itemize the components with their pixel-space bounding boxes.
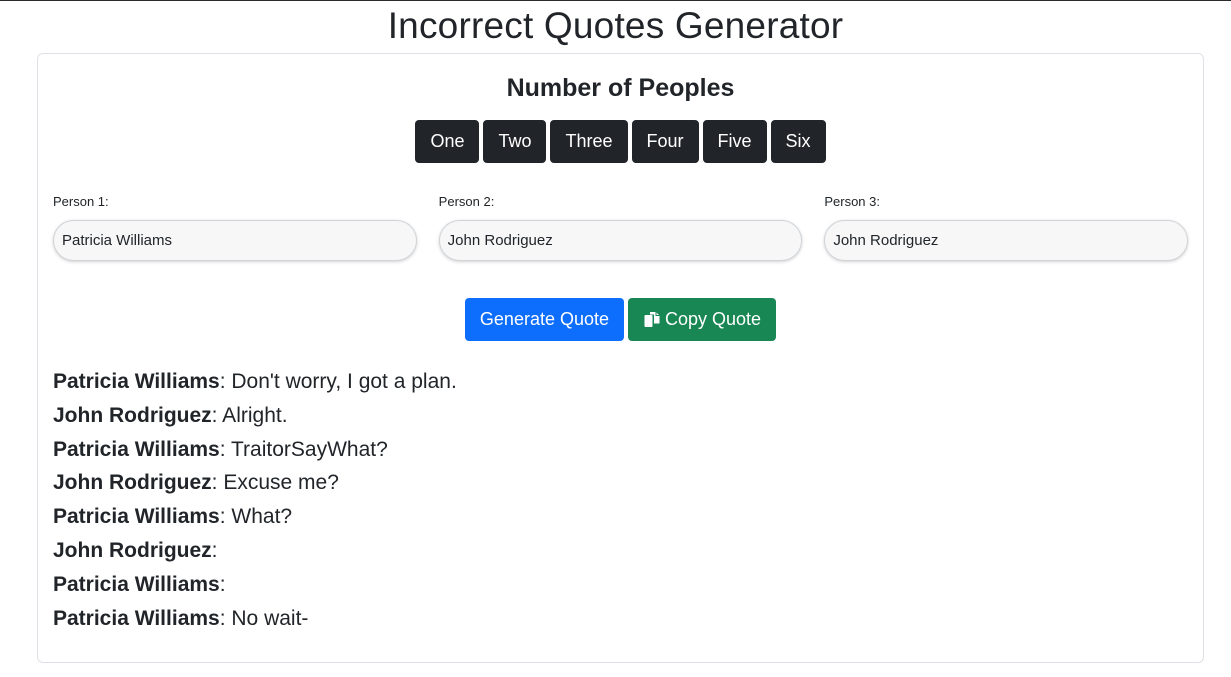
quote-speaker: Patricia Williams — [53, 370, 220, 393]
generator-card: Number of Peoples One Two Three Four Fiv… — [37, 53, 1204, 663]
quote-text: : TraitorSayWhat? — [219, 437, 388, 461]
quote-line: Patricia Williams: Don't worry, I got a … — [53, 365, 1188, 399]
copy-quote-button[interactable]: Copy Quote — [628, 298, 777, 341]
quote-text: : Excuse me? — [211, 471, 339, 495]
quote-text: : — [211, 538, 218, 562]
people-three-button[interactable]: Three — [550, 120, 628, 163]
quote-line: John Rodriguez: — [53, 534, 1188, 568]
quote-speaker: John Rodriguez — [53, 403, 212, 427]
person-3-label: Person 3: — [824, 194, 880, 209]
people-five-button[interactable]: Five — [702, 120, 767, 163]
people-four-button[interactable]: Four — [631, 120, 699, 163]
quote-line: John Rodriguez: Excuse me? — [53, 466, 1188, 500]
generate-quote-label: Generate Quote — [479, 309, 610, 329]
quote-text: : What? — [219, 505, 293, 529]
quote-actions: Generate Quote Copy Quote — [38, 298, 1203, 341]
quote-text: : Alright. — [211, 403, 288, 427]
quote-text: : — [219, 572, 226, 596]
quote-speaker: John Rodriguez — [53, 538, 212, 562]
copy-quote-label: Copy Quote — [665, 309, 762, 329]
quote-line: Patricia Williams: TraitorSayWhat? — [53, 433, 1188, 467]
quote-speaker: Patricia Williams — [53, 572, 220, 596]
copy-icon — [644, 311, 660, 327]
person-2-input[interactable] — [438, 220, 803, 261]
quote-speaker: John Rodriguez — [53, 471, 212, 495]
quote-line: John Rodriguez: Alright. — [53, 399, 1188, 433]
people-two-button[interactable]: Two — [483, 120, 547, 163]
people-six-button[interactable]: Six — [770, 120, 826, 163]
quote-speaker: Patricia Williams — [53, 437, 220, 461]
number-of-people-title: Number of Peoples — [506, 74, 735, 102]
person-2-group: Person 2: — [438, 194, 803, 261]
person-1-group: Person 1: — [53, 194, 417, 261]
quote-line: Patricia Williams: — [53, 568, 1188, 602]
people-one-button[interactable]: One — [415, 120, 480, 163]
quote-text: : Don't worry, I got a plan. — [219, 370, 457, 393]
person-1-input[interactable] — [53, 220, 417, 261]
page-title: Incorrect Quotes Generator — [387, 5, 844, 46]
quote-line: Patricia Williams: What? — [53, 500, 1188, 534]
generated-quote: Patricia Williams: Don't worry, I got a … — [53, 365, 1188, 635]
person-3-group: Person 3: — [824, 194, 1189, 261]
person-1-label: Person 1: — [53, 194, 109, 209]
people-count-buttons: One Two Three Four Five Six — [38, 120, 1203, 163]
person-fields: Person 1: Person 2: Person 3: — [53, 194, 1189, 261]
quote-speaker: Patricia Williams — [53, 606, 220, 630]
quote-text: : No wait- — [219, 606, 309, 630]
quote-line: Patricia Williams: No wait- — [53, 602, 1188, 636]
generate-quote-button[interactable]: Generate Quote — [464, 298, 625, 341]
quote-speaker: Patricia Williams — [53, 505, 220, 529]
person-2-label: Person 2: — [438, 194, 495, 209]
person-3-input[interactable] — [824, 220, 1189, 261]
